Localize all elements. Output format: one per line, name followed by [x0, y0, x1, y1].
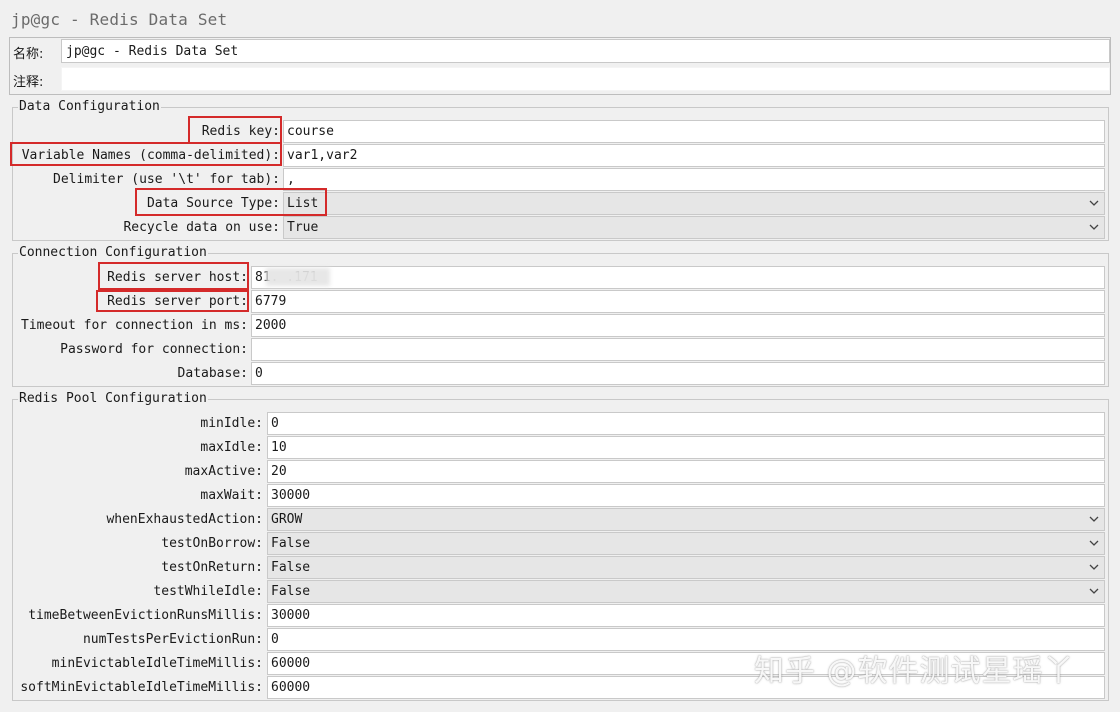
- pool-row-label: numTestsPerEvictionRun:: [82, 632, 263, 647]
- pool-row-value: False: [271, 536, 311, 551]
- chevron-down-icon: [1089, 540, 1099, 546]
- port-input[interactable]: 6779: [251, 290, 1105, 313]
- password-input[interactable]: [251, 338, 1105, 361]
- pool-row: timeBetweenEvictionRunsMillis: 30000: [13, 604, 1108, 628]
- pool-row-input[interactable]: 0: [267, 412, 1105, 435]
- recycle-select[interactable]: True: [283, 216, 1105, 239]
- delimiter-input[interactable]: ,: [283, 168, 1105, 191]
- port-row: Redis server port: 6779: [13, 290, 1108, 314]
- redis-key-label: Redis key:: [201, 124, 280, 139]
- redis-key-input[interactable]: course: [283, 120, 1105, 143]
- pool-row-select[interactable]: False: [267, 532, 1105, 555]
- name-row: 名称: jp@gc - Redis Data Set: [10, 38, 1110, 64]
- connection-configuration-group: Connection Configuration Redis server ho…: [12, 245, 1109, 387]
- port-label: Redis server port:: [107, 294, 248, 309]
- pool-row-input[interactable]: 30000: [267, 484, 1105, 507]
- chevron-down-icon: [1089, 200, 1099, 206]
- host-input[interactable]: 81. .171: [251, 266, 1105, 289]
- chevron-down-icon: [1089, 224, 1099, 230]
- comment-row: 注释:: [10, 66, 1110, 92]
- delimiter-row: Delimiter (use '\t' for tab): ,: [13, 168, 1108, 192]
- password-row: Password for connection:: [13, 338, 1108, 362]
- host-row: Redis server host: 81. .171: [13, 266, 1108, 290]
- timeout-label: Timeout for connection in ms:: [21, 318, 248, 333]
- recycle-value: True: [287, 220, 319, 235]
- pool-row-label: whenExhaustedAction:: [106, 512, 263, 527]
- variable-names-input[interactable]: var1,var2: [283, 144, 1105, 167]
- data-configuration-legend: Data Configuration: [18, 99, 161, 115]
- data-source-type-value: List: [287, 196, 319, 211]
- delimiter-label: Delimiter (use '\t' for tab):: [53, 172, 280, 187]
- redis-key-row: Redis key: course: [13, 120, 1108, 144]
- pool-row: whenExhaustedAction: GROW: [13, 508, 1108, 532]
- data-source-type-label: Data Source Type:: [146, 196, 280, 211]
- comment-label: 注释:: [13, 75, 44, 90]
- pool-row-label: testOnBorrow:: [161, 536, 263, 551]
- timeout-row: Timeout for connection in ms: 2000: [13, 314, 1108, 338]
- connection-configuration-legend: Connection Configuration: [18, 245, 208, 261]
- pool-row-label: testOnReturn:: [161, 560, 263, 575]
- comment-input[interactable]: [61, 67, 1110, 91]
- pool-row: testWhileIdle: False: [13, 580, 1108, 604]
- pool-row-input[interactable]: 20: [267, 460, 1105, 483]
- password-label: Password for connection:: [60, 342, 248, 357]
- database-label: Database:: [177, 366, 248, 381]
- chevron-down-icon: [1089, 564, 1099, 570]
- data-configuration-group: Data Configuration Redis key: course Var…: [12, 99, 1109, 241]
- chevron-down-icon: [1089, 516, 1099, 522]
- pool-row-input[interactable]: 30000: [267, 604, 1105, 627]
- pool-row-label: maxWait:: [200, 488, 263, 503]
- pool-row-label: testWhileIdle:: [153, 584, 263, 599]
- pool-row-label: softMinEvictableIdleTimeMillis:: [20, 680, 263, 695]
- pool-row-label: minIdle:: [200, 416, 263, 431]
- data-source-type-select[interactable]: List: [283, 192, 1105, 215]
- pool-row-value: GROW: [271, 512, 303, 527]
- pool-row: maxWait: 30000: [13, 484, 1108, 508]
- pool-row: maxIdle: 10: [13, 436, 1108, 460]
- pool-row-select[interactable]: False: [267, 580, 1105, 603]
- pool-row-label: minEvictableIdleTimeMillis:: [51, 656, 263, 671]
- database-input[interactable]: 0: [251, 362, 1105, 385]
- pool-row-label: maxActive:: [184, 464, 263, 479]
- redis-pool-configuration-legend: Redis Pool Configuration: [18, 391, 208, 407]
- window-title: jp@gc - Redis Data Set: [11, 10, 228, 29]
- pool-row-input[interactable]: 10: [267, 436, 1105, 459]
- watermark: 知乎 @软件测试星瑶丫: [754, 654, 1075, 689]
- host-label: Redis server host:: [107, 270, 248, 285]
- pool-row: maxActive: 20: [13, 460, 1108, 484]
- chevron-down-icon: [1089, 588, 1099, 594]
- name-label: 名称:: [13, 47, 44, 62]
- pool-row-select[interactable]: False: [267, 556, 1105, 579]
- variable-names-label: Variable Names (comma-delimited):: [21, 148, 280, 163]
- database-row: Database: 0: [13, 362, 1108, 386]
- redacted-ip-mask: [266, 268, 330, 286]
- recycle-row: Recycle data on use: True: [13, 216, 1108, 240]
- pool-row: minIdle: 0: [13, 412, 1108, 436]
- pool-row: testOnReturn: False: [13, 556, 1108, 580]
- pool-row-value: False: [271, 560, 311, 575]
- timeout-input[interactable]: 2000: [251, 314, 1105, 337]
- pool-row-label: timeBetweenEvictionRunsMillis:: [28, 608, 263, 623]
- data-source-type-row: Data Source Type: List: [13, 192, 1108, 216]
- name-input[interactable]: jp@gc - Redis Data Set: [61, 39, 1110, 63]
- name-comment-panel: 名称: jp@gc - Redis Data Set 注释:: [9, 37, 1111, 95]
- variable-names-row: Variable Names (comma-delimited): var1,v…: [13, 144, 1108, 168]
- pool-row: testOnBorrow: False: [13, 532, 1108, 556]
- pool-row-value: False: [271, 584, 311, 599]
- pool-row-label: maxIdle:: [200, 440, 263, 455]
- pool-row-select[interactable]: GROW: [267, 508, 1105, 531]
- recycle-label: Recycle data on use:: [123, 220, 280, 235]
